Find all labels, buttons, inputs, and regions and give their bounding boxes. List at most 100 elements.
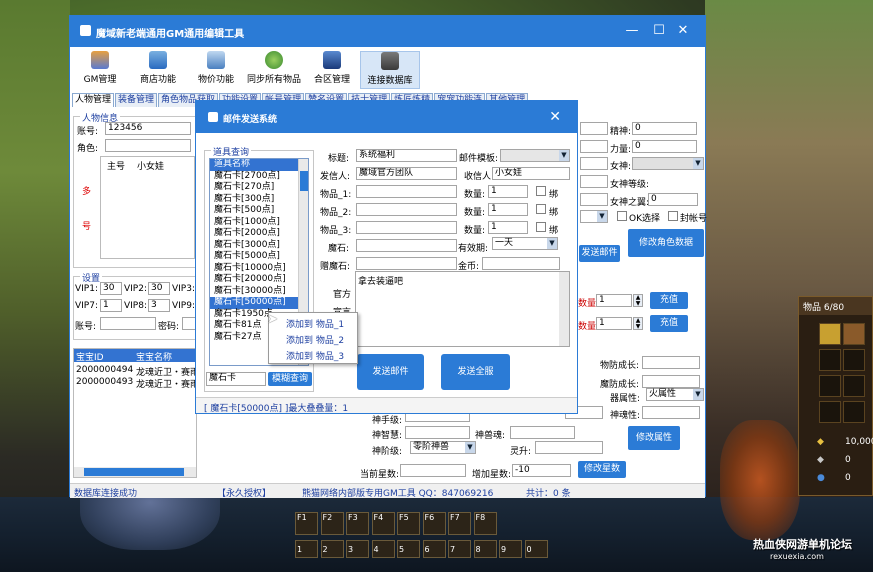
- table-row[interactable]: 2000000494 龙魂近卫・赛雨: [74, 365, 199, 378]
- mail-body-textarea[interactable]: 拿去装逼吧: [355, 271, 570, 347]
- qty3-field[interactable]: 1: [488, 221, 528, 234]
- list-item[interactable]: 魔石卡[270点]: [210, 182, 308, 194]
- send-mail-button[interactable]: 发送邮件: [579, 245, 620, 262]
- vip2-field[interactable]: 30: [148, 282, 170, 295]
- item3-field[interactable]: [356, 221, 457, 234]
- vip1-field[interactable]: 30: [100, 282, 122, 295]
- maximize-button[interactable]: ☐: [650, 23, 668, 39]
- template-select[interactable]: ▼: [500, 149, 570, 162]
- context-add-item2[interactable]: 添加到 物品_2: [286, 333, 344, 346]
- goddess-select[interactable]: ▼: [632, 157, 704, 170]
- scroll-thumb[interactable]: [84, 468, 184, 476]
- subject-field[interactable]: 系统福利: [356, 149, 457, 162]
- spinner-icon[interactable]: ▲ ▼: [633, 294, 643, 307]
- send-all-button[interactable]: 发送全服: [441, 354, 510, 390]
- bind3-checkbox[interactable]: [536, 222, 546, 232]
- inventory-slot[interactable]: [843, 349, 865, 371]
- list-item[interactable]: 魔石卡[5000点]: [210, 251, 308, 263]
- growth-field[interactable]: [642, 356, 700, 369]
- element-select[interactable]: 火属性 ▼: [646, 388, 704, 401]
- list-item[interactable]: 魔石卡[30000点]: [210, 286, 308, 298]
- item-search-field[interactable]: 魔石卡: [206, 372, 266, 386]
- title-bar[interactable]: 魔域新老端通用GM通用编辑工具 — ☐ ✕: [70, 16, 705, 47]
- scroll-thumb[interactable]: [300, 171, 308, 191]
- attr-field[interactable]: [580, 175, 608, 188]
- send-mail-button[interactable]: 发送邮件: [357, 354, 424, 390]
- inventory-slot[interactable]: [819, 323, 841, 345]
- vip7-field[interactable]: 1: [100, 299, 122, 312]
- context-add-item3[interactable]: 添加到 物品_3: [286, 349, 344, 362]
- soul-field[interactable]: [510, 426, 575, 439]
- receiver-field[interactable]: 小女娃: [492, 167, 570, 180]
- item2-field[interactable]: [356, 203, 457, 216]
- recharge-button[interactable]: 充值: [650, 292, 688, 309]
- gold-field[interactable]: [482, 257, 560, 270]
- inventory-slot[interactable]: [843, 323, 865, 345]
- modify-attr-button[interactable]: 修改属性: [628, 426, 680, 450]
- modify-role-button[interactable]: 修改角色数据: [628, 229, 704, 257]
- list-item[interactable]: 魔石卡[2000点]: [210, 228, 308, 240]
- recharge-qty-field[interactable]: 1: [596, 317, 632, 330]
- horizontal-scrollbar[interactable]: [74, 467, 196, 477]
- list-item-selected[interactable]: 魔石卡[50000点]: [210, 297, 308, 309]
- attr-field[interactable]: [580, 157, 608, 170]
- tab-character[interactable]: 人物管理: [72, 93, 115, 107]
- close-button[interactable]: ✕: [674, 23, 692, 39]
- vip-account-field[interactable]: [100, 317, 156, 330]
- context-add-item1[interactable]: 添加到 物品_1: [286, 317, 344, 330]
- list-item[interactable]: 魔石卡[500点]: [210, 205, 308, 217]
- modify-star-button[interactable]: 修改星数: [578, 461, 626, 478]
- qty2-field[interactable]: 1: [488, 203, 528, 216]
- role-list-name[interactable]: 小女娃: [137, 159, 164, 172]
- bind2-checkbox[interactable]: [536, 204, 546, 214]
- goddess-wing-field[interactable]: 0: [648, 193, 698, 206]
- tool-sync-items[interactable]: 同步所有物品: [244, 51, 304, 89]
- list-item[interactable]: 魔石卡[300点]: [210, 194, 308, 206]
- bound-stone-field[interactable]: [356, 257, 457, 270]
- tool-connect-db[interactable]: 连接数据库: [360, 51, 420, 89]
- recharge-button[interactable]: 充值: [650, 315, 688, 332]
- attr-field[interactable]: [580, 193, 608, 206]
- item1-field[interactable]: [356, 185, 457, 198]
- bind1-checkbox[interactable]: [536, 186, 546, 196]
- recharge-qty-field[interactable]: 1: [596, 294, 632, 307]
- add-star-field[interactable]: -10: [512, 464, 571, 477]
- inventory-slot[interactable]: [843, 401, 865, 423]
- list-item[interactable]: 魔石卡[1000点]: [210, 217, 308, 229]
- role-list[interactable]: 主号 小女娃: [100, 156, 195, 259]
- tool-merge[interactable]: 合区管理: [302, 51, 362, 89]
- ban-account-checkbox[interactable]: [668, 211, 678, 221]
- soul-rise-field[interactable]: [535, 441, 603, 454]
- spinner-icon[interactable]: ▲ ▼: [633, 317, 643, 330]
- attr-field[interactable]: [580, 140, 608, 153]
- star-field[interactable]: [400, 464, 466, 477]
- wisdom-field[interactable]: [405, 426, 470, 439]
- tool-price[interactable]: 物价功能: [186, 51, 246, 89]
- inventory-slot[interactable]: [819, 375, 841, 397]
- attr-spirit-field[interactable]: 0: [632, 122, 697, 135]
- ok-select-checkbox[interactable]: [617, 211, 627, 221]
- attr-strength-field[interactable]: 0: [632, 140, 697, 153]
- list-item[interactable]: 魔石卡[20000点]: [210, 274, 308, 286]
- inventory-slot[interactable]: [819, 401, 841, 423]
- list-item[interactable]: 魔石卡[3000点]: [210, 240, 308, 252]
- tool-shop[interactable]: 商店功能: [128, 51, 188, 89]
- validity-select[interactable]: 一天 ▼: [492, 237, 558, 250]
- table-row[interactable]: 2000000493 龙魂近卫・赛雨: [74, 377, 199, 390]
- mail-title-bar[interactable]: 邮件发送系统 ✕: [196, 101, 577, 133]
- spirit-field[interactable]: [642, 406, 700, 419]
- account-field[interactable]: 123456: [105, 122, 191, 135]
- vertical-scrollbar[interactable]: [559, 272, 569, 346]
- minimize-button[interactable]: —: [623, 23, 641, 39]
- attr-field[interactable]: [580, 122, 608, 135]
- list-item[interactable]: 魔石卡[10000点]: [210, 263, 308, 275]
- close-icon[interactable]: ✕: [549, 109, 561, 125]
- sender-field[interactable]: 魔域官方团队: [356, 167, 457, 180]
- attr-select[interactable]: ▼: [580, 210, 608, 223]
- magic-growth-field[interactable]: [642, 375, 700, 388]
- list-item[interactable]: 魔石卡[2700点]: [210, 171, 308, 183]
- inventory-slot[interactable]: [843, 375, 865, 397]
- qty1-field[interactable]: 1: [488, 185, 528, 198]
- fuzzy-search-button[interactable]: 模糊查询: [268, 372, 312, 386]
- role-field[interactable]: [105, 139, 191, 152]
